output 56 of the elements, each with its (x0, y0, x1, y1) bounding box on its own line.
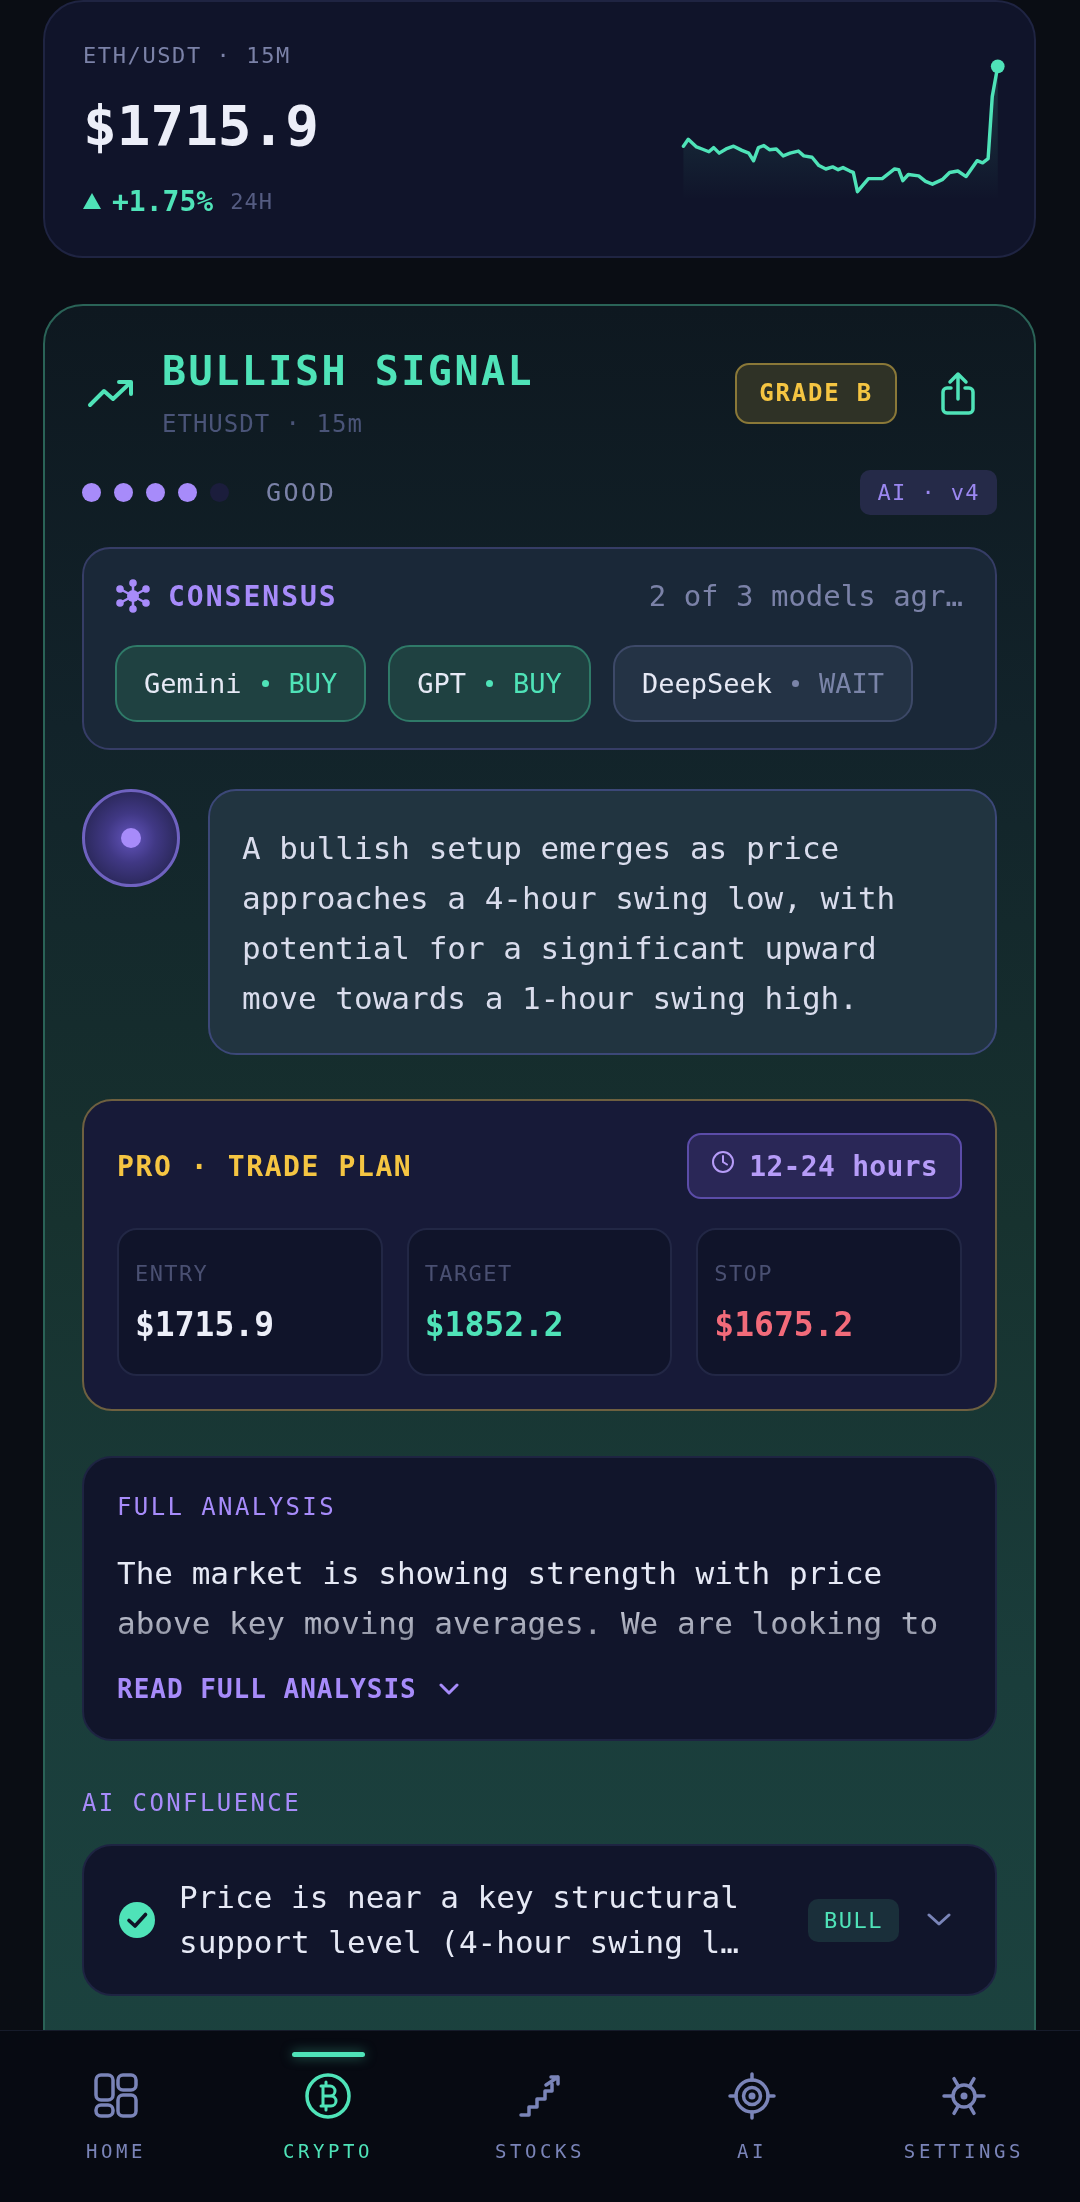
duration-text: 12-24 hours (749, 1149, 938, 1183)
separator-dot-icon (486, 680, 494, 687)
consensus-title: CONSENSUS (168, 579, 338, 613)
strength-dot-icon (82, 483, 101, 502)
strength-dot-icon (210, 483, 229, 502)
analysis-text: The market is showing strength with price above key moving averages. We are looking to (117, 1554, 940, 1643)
nav-tab[interactable]: HOME (10, 2031, 222, 2202)
level-label: TARGET (424, 1262, 514, 1286)
level-label: ENTRY (135, 1262, 210, 1286)
strength-dot-icon (178, 483, 197, 502)
analysis-title: FULL ANALYSIS (117, 1494, 338, 1520)
level-label: STOP (714, 1262, 774, 1286)
read-full-analysis-link[interactable]: READ FULL ANALYSIS (117, 1674, 459, 1704)
network-icon (115, 579, 151, 613)
change-period: 24H (230, 188, 273, 214)
model-vote: BUY (288, 668, 338, 699)
price-change: +1.75% (112, 184, 214, 218)
bias-badge: BULL (808, 1898, 899, 1942)
consensus-summary: 2 of 3 models agr… (648, 579, 963, 613)
nav-tab[interactable]: AI (646, 2031, 858, 2202)
ticker-pair: ETH/USDT · 15M (83, 44, 292, 68)
separator-dot-icon (261, 680, 269, 687)
model-vote: BUY (513, 668, 562, 699)
strength-dot-icon (114, 483, 133, 502)
clock-icon (711, 1150, 736, 1174)
strength-label: GOOD (266, 478, 337, 507)
coin-icon (304, 2072, 352, 2120)
model-name: DeepSeek (641, 668, 772, 699)
grade-badge: GRADE B (735, 362, 897, 424)
grid-icon (92, 2072, 140, 2120)
commentary-bubble: A bullish setup emerges as price approaches a 4-hour swing low, with potential for a significant upward move towards a 1-hour swing high. (208, 789, 997, 1055)
chevron-down-icon (438, 1683, 459, 1695)
target-icon (728, 2072, 776, 2120)
trend-up-icon (87, 378, 135, 408)
share-button[interactable] (939, 371, 977, 415)
ticker-price: $1715.9 (83, 96, 319, 156)
nav-tab[interactable]: STOCKS (434, 2031, 646, 2202)
confluence-title: AI CONFLUENCE (82, 1789, 303, 1817)
signal-symbol: ETHUSDT · 15m (162, 410, 364, 438)
separator-dot-icon (791, 680, 799, 687)
confluence-text: Price is near a key structural support level (4-hour swing l… (179, 1878, 740, 1962)
strength-dot-icon (146, 483, 165, 502)
model-name: GPT (417, 668, 467, 699)
chevron-down-icon (927, 1913, 951, 1927)
share-icon (939, 371, 977, 415)
level-value: $1675.2 (714, 1307, 855, 1343)
model-version-badge: AI · v4 (860, 470, 997, 515)
confluence-item[interactable]: Price is near a key structural support level (4-hour swing l… BULL (82, 1844, 997, 1996)
level-value: $1715.9 (135, 1307, 276, 1343)
nav-tab[interactable]: CRYPTO (222, 2031, 434, 2202)
trade-plan-title: PRO · TRADE PLAN (117, 1149, 413, 1183)
level-value: $1852.2 (424, 1307, 565, 1343)
signal-title: BULLISH SIGNAL (162, 348, 535, 394)
model-vote: WAIT (818, 668, 884, 699)
model-name: Gemini (144, 668, 242, 699)
nav-tab[interactable]: SETTINGS (858, 2031, 1070, 2202)
